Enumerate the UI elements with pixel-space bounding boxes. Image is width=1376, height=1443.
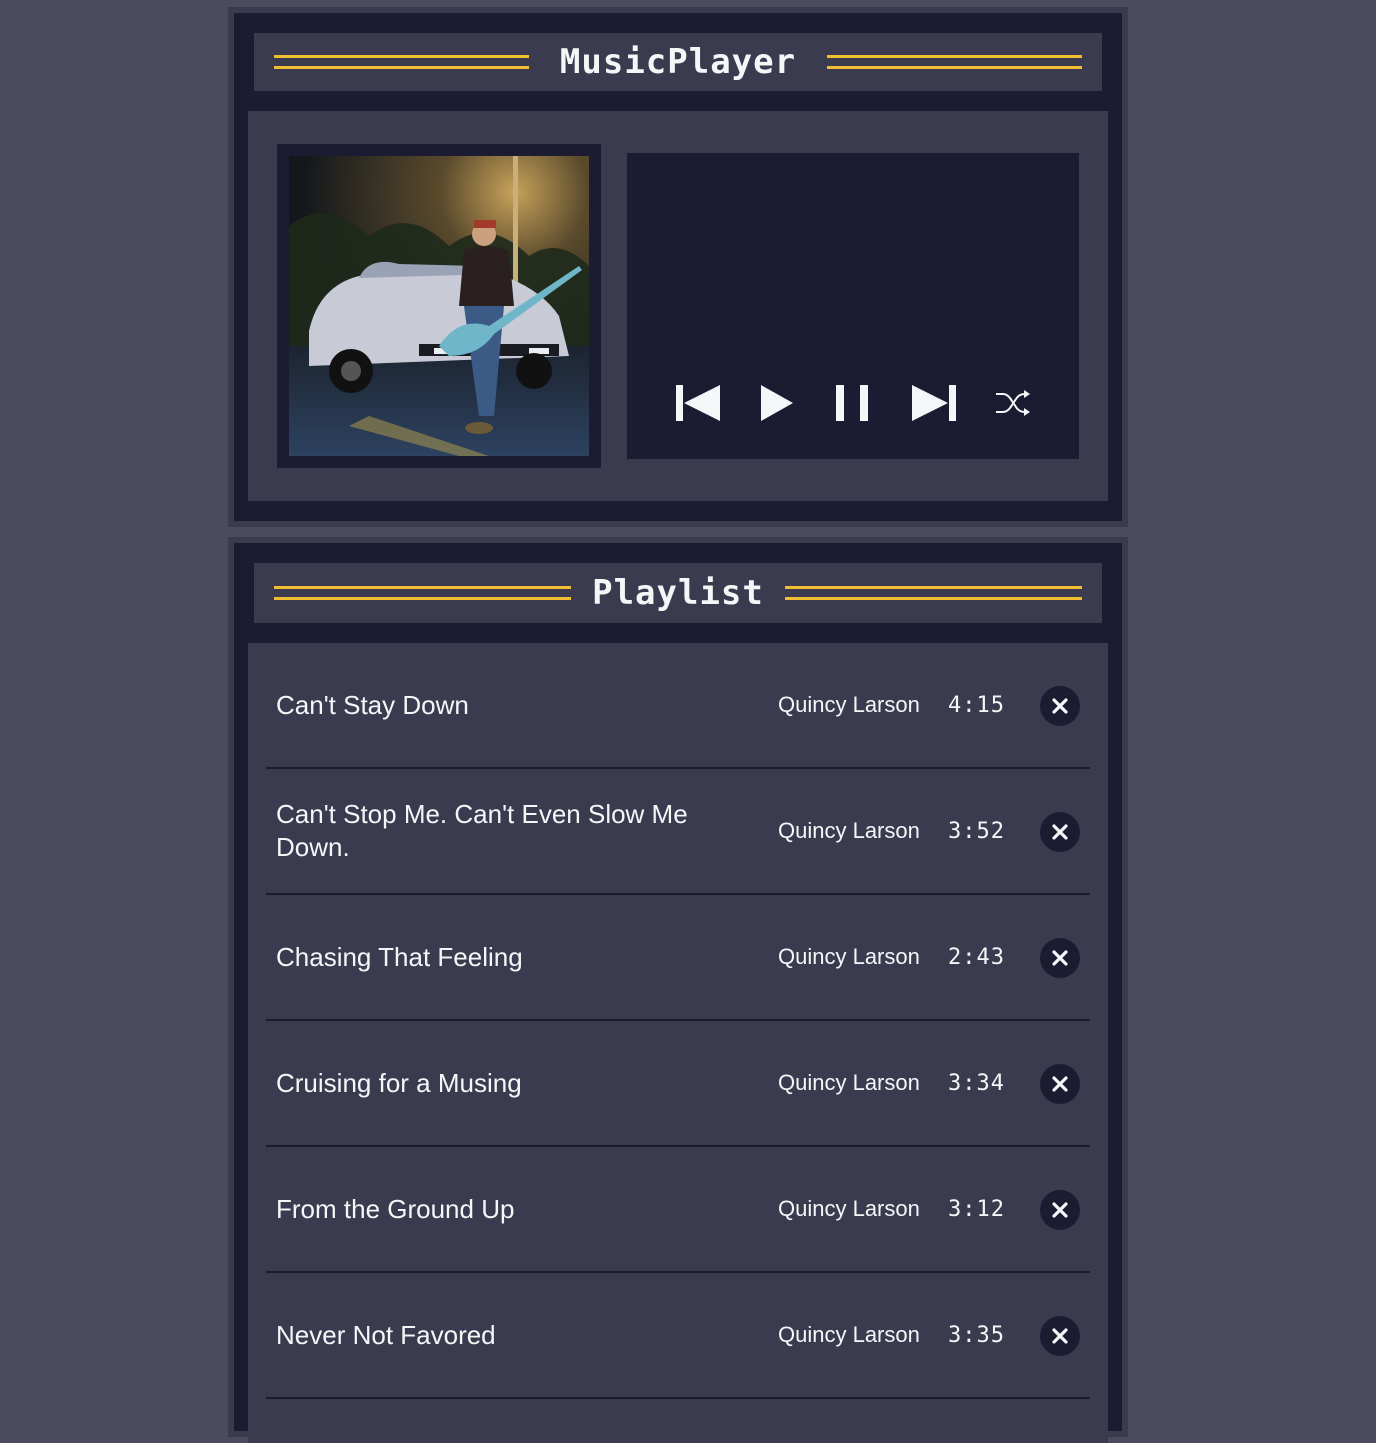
- song-artist: Quincy Larson: [778, 1196, 920, 1221]
- song-duration: 4:15: [948, 692, 1005, 718]
- playlist-song[interactable]: Chasing That Feeling Quincy Larson 2:43: [266, 895, 1090, 1021]
- delete-song-button[interactable]: [1040, 938, 1080, 978]
- pause-button[interactable]: [824, 381, 880, 425]
- shuffle-icon: [996, 390, 1030, 416]
- playlist-header: Playlist: [254, 563, 1102, 623]
- close-icon: [1052, 950, 1068, 966]
- pause-icon: [836, 385, 868, 421]
- header-decoration-left: [274, 55, 529, 69]
- header-decoration-right: [827, 55, 1082, 69]
- song-duration: 3:34: [948, 1070, 1005, 1096]
- playlist-song[interactable]: Can't Stop Me. Can't Even Slow Me Down. …: [266, 769, 1090, 895]
- playlist-title: Playlist: [592, 573, 764, 613]
- song-title[interactable]: Cruising for a Musing: [276, 1021, 716, 1145]
- song-artist: Quincy Larson: [778, 1322, 920, 1347]
- delete-song-button[interactable]: [1040, 812, 1080, 852]
- player-panel: MusicPlayer: [228, 7, 1128, 527]
- playlist-song[interactable]: Never Not Favored Quincy Larson 3:35: [266, 1273, 1090, 1399]
- next-icon: [912, 385, 956, 421]
- player-header: MusicPlayer: [254, 33, 1102, 91]
- play-icon: [761, 385, 793, 421]
- close-icon: [1052, 698, 1068, 714]
- song-artist: Quincy Larson: [778, 692, 920, 717]
- song-duration: 3:52: [948, 818, 1005, 844]
- delete-song-button[interactable]: [1040, 1190, 1080, 1230]
- playlist-songs: Can't Stay Down Quincy Larson 4:15 Can't…: [248, 643, 1108, 1443]
- header-decoration-left: [274, 586, 571, 600]
- delete-song-button[interactable]: [1040, 1316, 1080, 1356]
- song-title[interactable]: Can't Stop Me. Can't Even Slow Me Down.: [276, 769, 716, 893]
- album-art: [289, 156, 589, 456]
- playlist-panel: Playlist Can't Stay Down Quincy Larson 4…: [228, 537, 1128, 1443]
- previous-button[interactable]: [670, 381, 726, 425]
- header-decoration-right: [785, 586, 1082, 600]
- player-content: [248, 111, 1108, 501]
- song-duration: 2:43: [948, 944, 1005, 970]
- controls-panel: [627, 153, 1079, 459]
- song-title[interactable]: Can't Stay Down: [276, 643, 716, 767]
- album-art-frame: [277, 144, 601, 468]
- close-icon: [1052, 1328, 1068, 1344]
- close-icon: [1052, 824, 1068, 840]
- playlist-song[interactable]: Can't Stay Down Quincy Larson 4:15: [266, 643, 1090, 769]
- playlist-song[interactable]: Cruising for a Musing Quincy Larson 3:34: [266, 1021, 1090, 1147]
- song-title[interactable]: Chasing That Feeling: [276, 895, 716, 1019]
- song-artist: Quincy Larson: [778, 818, 920, 843]
- delete-song-button[interactable]: [1040, 1064, 1080, 1104]
- next-button[interactable]: [906, 381, 962, 425]
- playlist-song[interactable]: From the Ground Up Quincy Larson 3:12: [266, 1147, 1090, 1273]
- song-duration: 3:12: [948, 1196, 1005, 1222]
- song-duration: 3:35: [948, 1322, 1005, 1348]
- player-title: MusicPlayer: [559, 42, 797, 82]
- shuffle-button[interactable]: [985, 381, 1041, 425]
- delete-song-button[interactable]: [1040, 686, 1080, 726]
- play-button[interactable]: [749, 381, 805, 425]
- close-icon: [1052, 1076, 1068, 1092]
- song-artist: Quincy Larson: [778, 1070, 920, 1095]
- close-icon: [1052, 1202, 1068, 1218]
- song-artist: Quincy Larson: [778, 944, 920, 969]
- previous-icon: [676, 385, 720, 421]
- song-title[interactable]: From the Ground Up: [276, 1147, 716, 1271]
- song-title[interactable]: Never Not Favored: [276, 1273, 716, 1397]
